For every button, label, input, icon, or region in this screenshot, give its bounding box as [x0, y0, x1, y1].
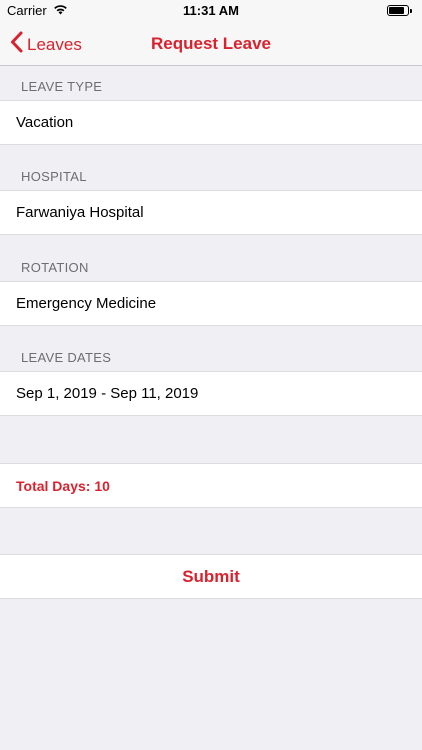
navigation-bar: Leaves Request Leave: [0, 22, 422, 66]
total-days-row: Total Days: 10: [0, 463, 422, 508]
rotation-field[interactable]: Emergency Medicine: [0, 281, 422, 326]
leave-type-value: Vacation: [16, 114, 74, 131]
status-bar: Carrier 11:31 AM: [0, 0, 422, 22]
hospital-header: HOSPITAL: [21, 169, 87, 184]
status-time: 11:31 AM: [183, 3, 239, 18]
leave-dates-field[interactable]: Sep 1, 2019 - Sep 11, 2019: [0, 371, 422, 416]
rotation-value: Emergency Medicine: [16, 295, 157, 312]
leave-type-header: LEAVE TYPE: [21, 79, 103, 94]
submit-label: Submit: [182, 566, 240, 586]
battery-fill: [389, 7, 405, 14]
submit-button[interactable]: Submit: [0, 554, 422, 599]
page-title: Request Leave: [151, 34, 271, 53]
hospital-field[interactable]: Farwaniya Hospital: [0, 190, 422, 235]
leave-type-field[interactable]: Vacation: [0, 100, 422, 145]
leave-dates-value: Sep 1, 2019 - Sep 11, 2019: [16, 385, 199, 402]
total-days-label: Total Days: 10: [16, 477, 110, 494]
hospital-value: Farwaniya Hospital: [16, 204, 144, 221]
leave-dates-header: LEAVE DATES: [21, 350, 112, 365]
battery-icon: [387, 5, 412, 16]
rotation-header: ROTATION: [21, 260, 89, 275]
